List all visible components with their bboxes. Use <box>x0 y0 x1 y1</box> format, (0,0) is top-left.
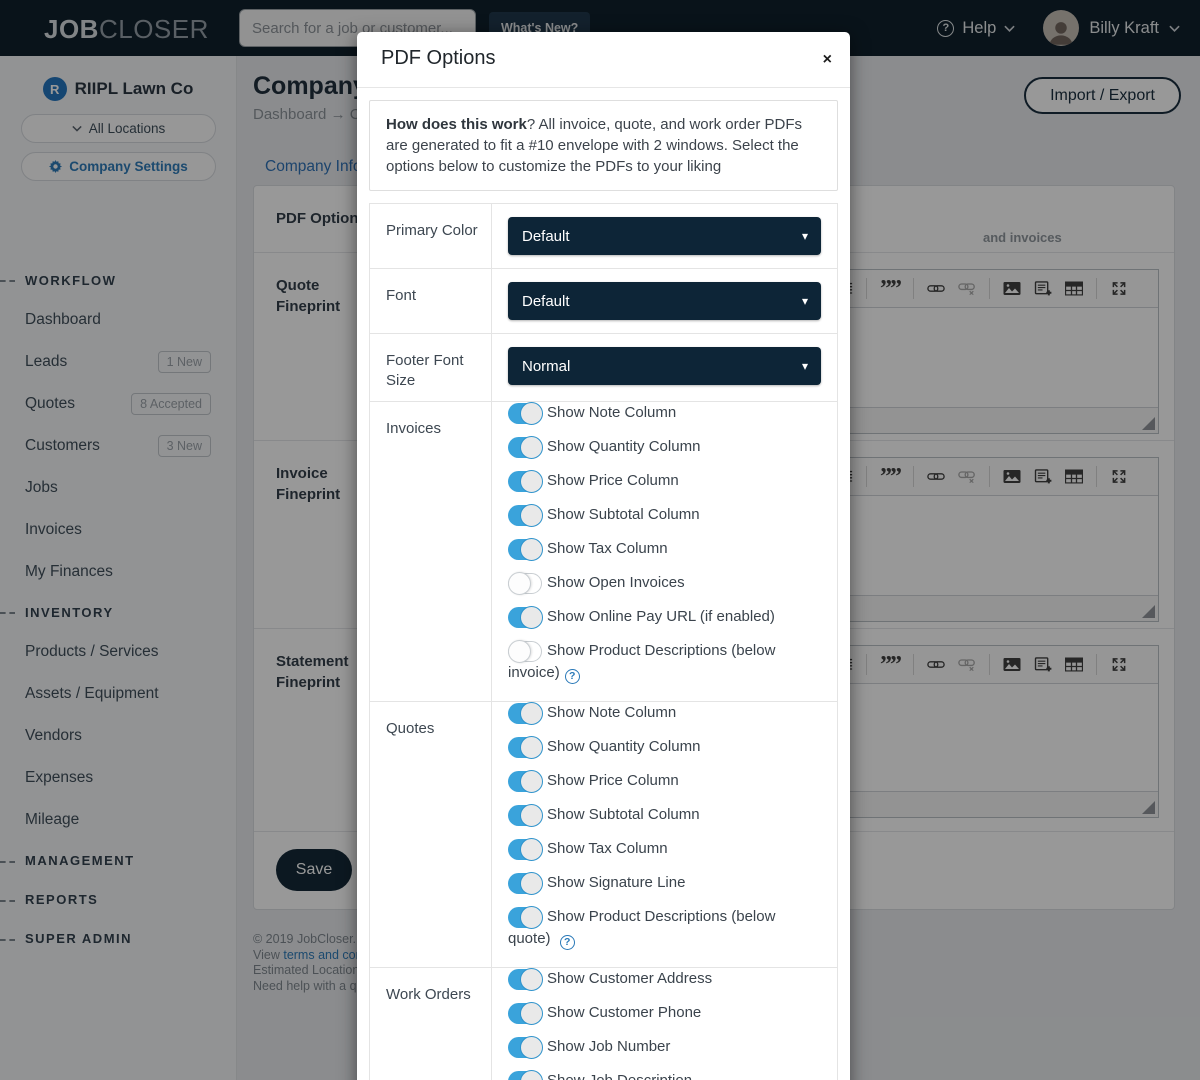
field-label: Primary Color <box>370 204 492 268</box>
font-select[interactable]: Default ▾ <box>508 282 821 320</box>
field-label: Font <box>370 269 492 333</box>
field-label: Quotes <box>370 702 492 967</box>
footer-font-size-row: Footer Font Size Normal ▾ <box>370 334 837 402</box>
toggle-show-quantity-column[interactable] <box>508 737 542 758</box>
toggle-show-quantity-column[interactable] <box>508 437 542 458</box>
modal-intro: How does this work? All invoice, quote, … <box>369 100 838 191</box>
modal-header: PDF Options × <box>357 32 850 88</box>
toggle-show-online-pay-url[interactable] <box>508 607 542 628</box>
close-icon[interactable]: × <box>823 52 832 68</box>
toggle-show-subtotal-column[interactable] <box>508 805 542 826</box>
toggle-show-customer-phone[interactable] <box>508 1003 542 1024</box>
field-label: Invoices <box>370 402 492 701</box>
field-label: Footer Font Size <box>370 334 492 401</box>
toggle-show-job-description[interactable] <box>508 1071 542 1080</box>
toggle-show-note-column[interactable] <box>508 403 542 424</box>
primary-color-row: Primary Color Default ▾ <box>370 204 837 269</box>
app-window: JOBCLOSER What's New? ? Help Billy Kraft… <box>0 0 1200 1080</box>
toggle-show-signature-line[interactable] <box>508 873 542 894</box>
field-label: Work Orders <box>370 968 492 1080</box>
toggle-show-open-invoices[interactable] <box>508 573 542 594</box>
toggle-show-tax-column[interactable] <box>508 839 542 860</box>
font-row: Font Default ▾ <box>370 269 837 334</box>
primary-color-select[interactable]: Default ▾ <box>508 217 821 255</box>
help-icon[interactable]: ? <box>565 669 580 684</box>
toggle-show-job-number[interactable] <box>508 1037 542 1058</box>
caret-down-icon: ▾ <box>802 359 808 373</box>
help-icon[interactable]: ? <box>560 935 575 950</box>
invoices-toggles-row: Invoices Show Note Column Show Quantity … <box>370 402 837 702</box>
toggle-show-subtotal-column[interactable] <box>508 505 542 526</box>
caret-down-icon: ▾ <box>802 294 808 308</box>
toggle-show-tax-column[interactable] <box>508 539 542 560</box>
footer-font-size-select[interactable]: Normal ▾ <box>508 347 821 385</box>
quotes-toggles-row: Quotes Show Note Column Show Quantity Co… <box>370 702 837 968</box>
toggle-show-customer-address[interactable] <box>508 969 542 990</box>
caret-down-icon: ▾ <box>802 229 808 243</box>
modal-title: PDF Options <box>381 47 826 70</box>
modal-form: Primary Color Default ▾ Font Default ▾ <box>369 203 838 1080</box>
toggle-show-price-column[interactable] <box>508 471 542 492</box>
toggle-show-price-column[interactable] <box>508 771 542 792</box>
pdf-options-modal: PDF Options × How does this work? All in… <box>357 32 850 1080</box>
toggle-show-product-descriptions-invoice[interactable] <box>508 641 542 662</box>
toggle-show-product-descriptions-quote[interactable] <box>508 907 542 928</box>
work-orders-toggles-row: Work Orders Show Customer Address Show C… <box>370 968 837 1080</box>
toggle-show-note-column[interactable] <box>508 703 542 724</box>
